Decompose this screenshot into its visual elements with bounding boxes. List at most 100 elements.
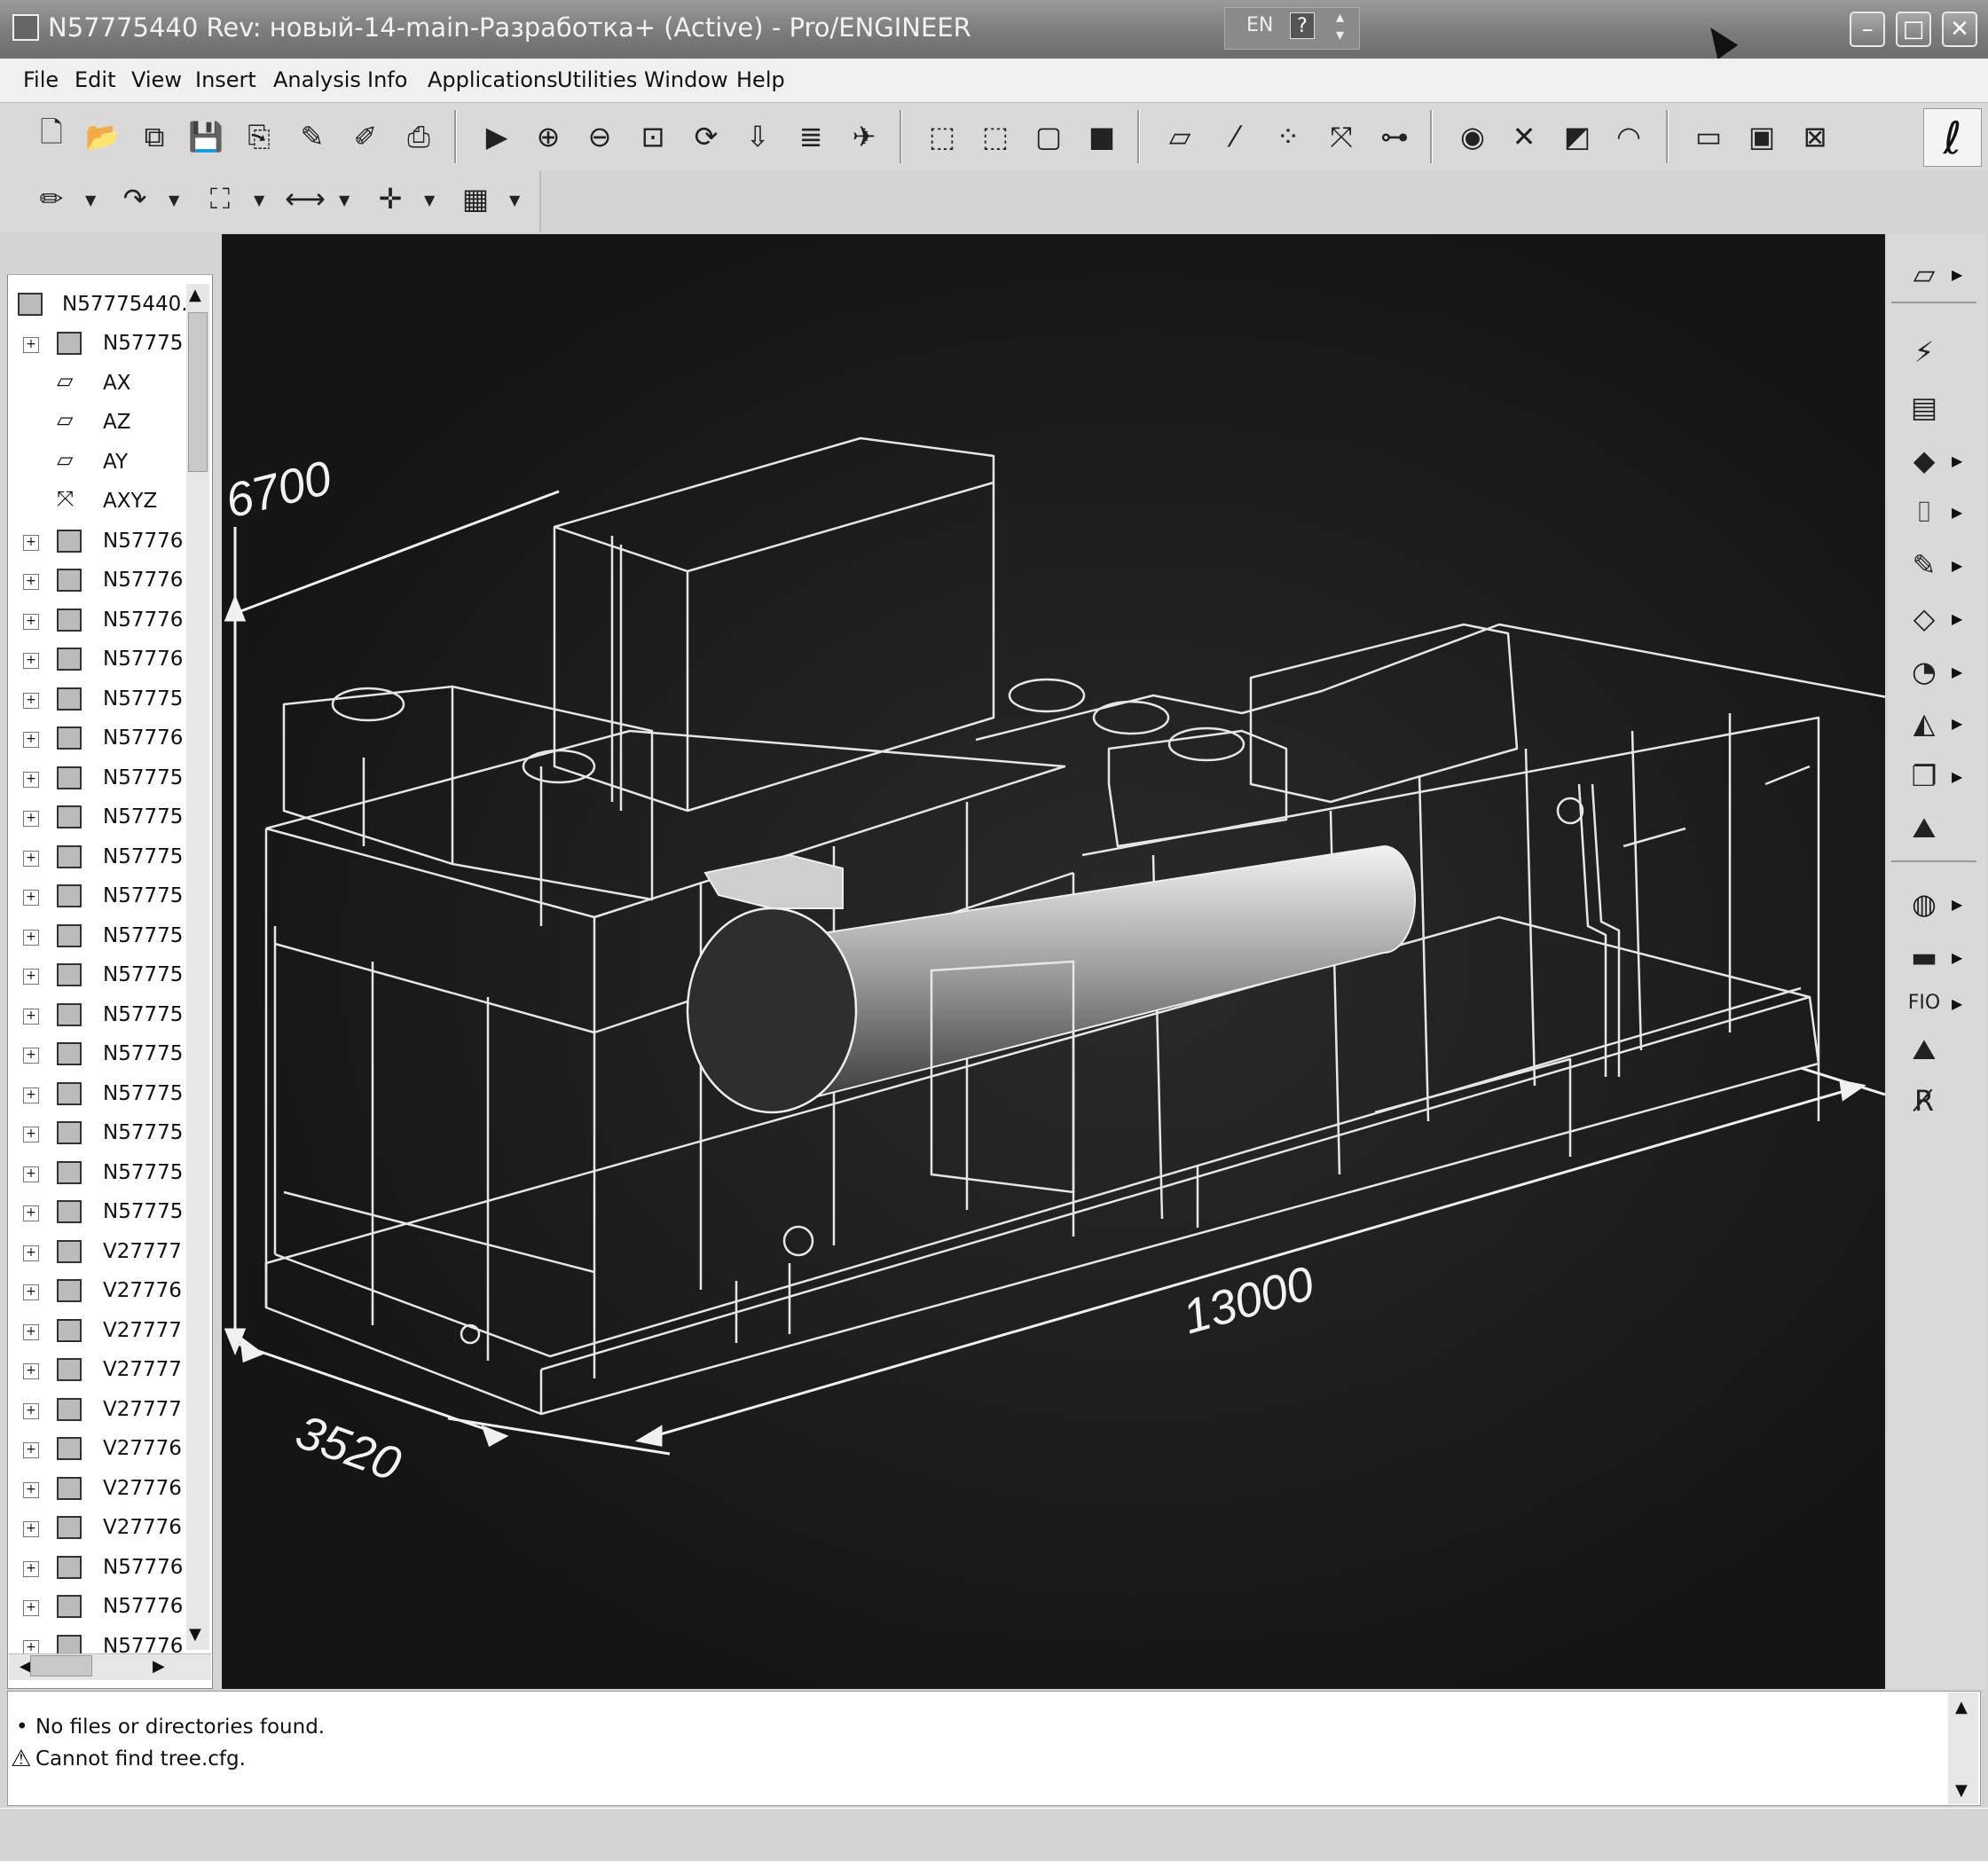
print-icon[interactable]: ⎙ [399,117,438,156]
tree-item[interactable]: + N57776 [7,561,193,601]
tree-item[interactable]: + N57775 [7,1154,193,1193]
smart-select-icon[interactable]: ✕ [1505,117,1544,156]
tree-item[interactable]: + N57776 [7,1628,193,1655]
flyout-arrow-icon[interactable]: ▶ [1952,949,1962,966]
menu-info[interactable]: Info [367,67,407,92]
tree-item[interactable]: + N57775 [7,325,193,364]
rev-save-icon[interactable]: ▤ [1902,387,1946,428]
tree-item[interactable]: + V27776 [7,1430,193,1469]
refit-icon[interactable]: ⊡ [633,117,672,156]
window-icon[interactable]: ▭ [1689,117,1728,156]
expand-icon[interactable]: + [23,1521,39,1537]
menu-view[interactable]: View [131,67,182,92]
flyout-arrow-icon[interactable]: ▶ [1952,715,1962,732]
expand-icon[interactable]: + [23,1363,39,1379]
tree-item[interactable]: + V27777 [7,1233,193,1272]
layers-icon[interactable]: ≣ [791,117,830,156]
dropdown-arrow-icon[interactable]: ▼ [339,192,350,208]
tree-item[interactable]: + N57775 [7,877,193,916]
flyout-arrow-icon[interactable]: ▶ [1952,557,1962,574]
minimize-button[interactable]: – [1850,12,1885,47]
help-icon[interactable]: ? [1290,12,1315,39]
dimension-icon[interactable]: ⟷ [285,179,326,218]
tree-item[interactable]: + N57775 [7,917,193,956]
bracket-icon[interactable]: ⌷ [1902,491,1946,532]
tree-root[interactable]: N57775440... [7,286,200,325]
open-icon[interactable]: 📂 [83,117,122,156]
datum-point-icon[interactable]: ✛ [371,179,410,218]
sketch-icon[interactable]: ✏ [32,179,71,218]
display-icon[interactable]: ▬ [1902,937,1946,978]
expand-icon[interactable]: + [23,1560,39,1577]
expand-icon[interactable]: + [23,811,39,827]
save-copy-icon[interactable]: ⎘ [240,117,279,156]
flyout-arrow-icon[interactable]: ▶ [1952,452,1962,469]
dropdown-arrow-icon[interactable]: ▼ [85,192,96,208]
flyout-arrow-icon[interactable]: ▶ [1952,266,1962,283]
dimension-width[interactable]: 3520 [289,1405,407,1491]
flyout-arrow-icon[interactable]: ▶ [1952,995,1962,1012]
tree-item[interactable]: ▱ AY [7,444,193,483]
dimension-height[interactable]: 6700 [220,451,336,528]
expand-icon[interactable]: + [23,613,39,630]
tree-item[interactable]: ⤧ AXYZ [7,483,193,522]
expand-icon[interactable]: + [23,574,39,590]
expand-icon[interactable]: + [23,1600,39,1616]
datum-points-icon[interactable]: ⁘ [1269,117,1308,156]
fio-icon[interactable]: FIO [1902,983,1946,1024]
repaint-icon[interactable]: ▶ [477,117,516,156]
language-indicator[interactable]: EN [1246,14,1273,36]
flyout-arrow-icon[interactable]: ▶ [1952,896,1962,913]
close-window-icon[interactable]: ⊠ [1795,117,1835,156]
scroll-right-icon[interactable]: ▶ [153,1657,165,1676]
tree-item[interactable]: + N57776 [7,601,193,640]
expand-icon[interactable]: + [23,1245,39,1261]
scroll-up-icon[interactable]: ▲ [189,286,201,304]
rename-icon[interactable]: ✎ [293,117,332,156]
gauge-icon[interactable]: ◠ [1609,117,1648,156]
csys-icon[interactable]: ⤧ [1322,117,1361,156]
datum-planes-icon[interactable]: ▱ [1160,117,1199,156]
tree-item[interactable]: + N57775 [7,956,193,995]
rib-icon[interactable]: ◭ [1902,703,1946,743]
tree-item[interactable]: + N57775 [7,798,193,837]
expand-icon[interactable]: + [23,890,39,906]
expand-icon[interactable]: + [23,1323,39,1340]
flyout-arrow-icon[interactable]: ▶ [1952,664,1962,680]
spin-center-icon[interactable]: ✈ [845,117,884,156]
open-session-icon[interactable]: ⧉ [135,117,174,156]
wireframe-icon[interactable]: ⬚ [923,117,962,156]
activate-icon[interactable]: ▣ [1742,117,1781,156]
expand-icon[interactable]: + [23,1008,39,1025]
tree-item[interactable]: + N57775 [7,1035,193,1074]
save-icon[interactable]: 💾 [186,117,225,156]
scroll-down-icon[interactable]: ▼ [189,1625,201,1644]
feature-icon[interactable]: ⚡ [1902,332,1946,373]
menu-analysis[interactable]: Analysis [273,67,361,92]
tree-item[interactable]: + N57776 [7,1549,193,1588]
menu-utilities[interactable]: Utilities [557,67,637,92]
tree-item[interactable]: + V27776 [7,1509,193,1548]
tree-item[interactable]: + N57775 [7,996,193,1035]
hidden-line-icon[interactable]: ⬚ [976,117,1015,156]
annotations-icon[interactable]: ⊶ [1375,117,1414,156]
tree-item[interactable]: + V27777 [7,1312,193,1351]
expand-icon[interactable]: + [23,732,39,748]
orient-icon[interactable]: ⟳ [687,117,726,156]
redo-icon[interactable]: ↷ [115,179,154,218]
new-icon[interactable]: 🗋 [32,115,71,156]
tree-vertical-scrollbar[interactable] [186,284,209,1650]
graphics-viewport[interactable]: 6700 3520 13000 [220,234,1927,1689]
flyout-arrow-icon[interactable]: ▶ [1952,610,1962,627]
pencil-icon[interactable]: ✎ [1902,545,1946,585]
tree-item[interactable]: + N57776 [7,640,193,679]
menu-insert[interactable]: Insert [195,67,256,92]
tree-scroll-thumb[interactable] [188,312,208,472]
tree-item[interactable]: + N57775 [7,1114,193,1153]
ptc-logo-icon[interactable]: ℓ [1923,108,1982,167]
expand-icon[interactable]: + [23,1205,39,1221]
datum-axes-icon[interactable]: ⁄ [1215,117,1254,156]
regen-icon[interactable]: R̸ [1902,1080,1946,1121]
menu-file[interactable]: File [23,67,59,92]
tree-item[interactable]: + V27777 [7,1351,193,1390]
